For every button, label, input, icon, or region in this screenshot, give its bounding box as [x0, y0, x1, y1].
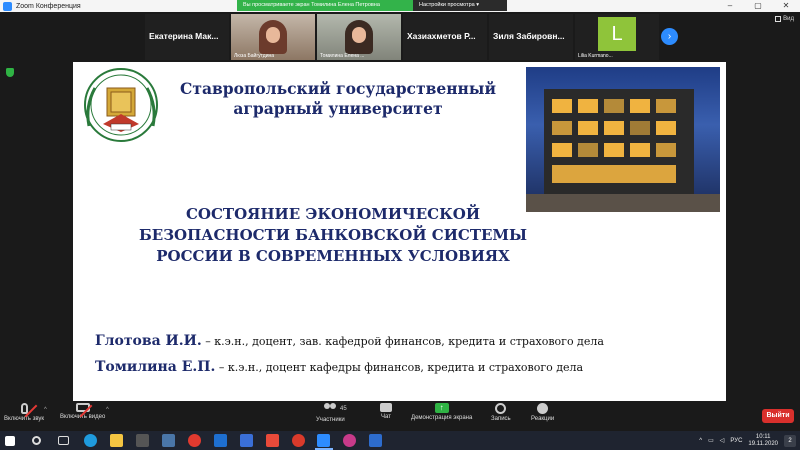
- view-options-menu[interactable]: Настройки просмотра ▾: [413, 0, 507, 11]
- participants-icon: [323, 403, 337, 415]
- language-indicator[interactable]: РУС: [730, 438, 742, 444]
- network-icon[interactable]: ▭: [708, 437, 714, 444]
- author-line: Глотова И.И. – к.э.н., доцент, зав. кафе…: [95, 333, 604, 349]
- record-button[interactable]: Запись: [491, 403, 511, 422]
- participant-thumbnails: Екатерина Мак... Люза Байгутдина Томилин…: [145, 14, 659, 60]
- participant-caption: Томилина Елена ...: [320, 53, 365, 59]
- security-shield-icon[interactable]: [6, 68, 14, 77]
- clock-date: 19.11.2020: [748, 440, 778, 447]
- participants-count: 45: [340, 406, 347, 412]
- app-icon[interactable]: [369, 434, 382, 447]
- next-page-arrow-icon[interactable]: ›: [661, 28, 678, 45]
- chat-label: Чат: [381, 414, 391, 420]
- shared-slide: Ставропольский государственный аграрный …: [73, 62, 726, 401]
- close-button[interactable]: ✕: [772, 0, 800, 12]
- vk-icon[interactable]: [162, 434, 175, 447]
- clock-time: 10:11: [755, 433, 771, 440]
- share-screen-icon: ↑: [434, 403, 449, 413]
- participants-label: Участники: [316, 417, 345, 423]
- app-icon[interactable]: [343, 434, 356, 447]
- viewing-screen-label: Вы просматриваете экран Томилина Елена П…: [237, 0, 413, 11]
- share-screen-label: Демонстрация экрана: [411, 415, 473, 421]
- meeting-controls-bar: Включить звук ^ Включить видео ^ Участни…: [0, 401, 800, 431]
- university-emblem: [84, 68, 158, 142]
- reactions-button[interactable]: Реакции: [531, 403, 554, 422]
- presentation-title: СОСТОЯНИЕ ЭКОНОМИЧЕСКОЙ БЕЗОПАСНОСТИ БАН…: [113, 204, 553, 267]
- participant-name: Зиля Забировн...: [493, 31, 565, 41]
- participant-thumbnail[interactable]: L Lilia Kurmano...: [575, 14, 659, 60]
- author-name: Глотова И.И.: [95, 333, 202, 349]
- windows-taskbar: ^ ▭ ◁ РУС 10:11 19.11.2020 2: [0, 431, 800, 450]
- notifications-icon[interactable]: 2: [784, 434, 796, 447]
- presentation-title-line: РОССИИ В СОВРЕМЕННЫХ УСЛОВИЯХ: [156, 247, 510, 265]
- university-name: Ставропольский государственный аграрный …: [168, 79, 508, 119]
- window-title: Zoom Конференция: [16, 2, 81, 10]
- participant-thumbnail[interactable]: Екатерина Мак...: [145, 14, 229, 60]
- leave-meeting-button[interactable]: Выйти: [762, 409, 794, 423]
- system-tray: ^ ▭ ◁ РУС 10:11 19.11.2020 2: [699, 431, 796, 450]
- author-line: Томилина Е.П. – к.э.н., доцент кафедры ф…: [95, 359, 583, 375]
- maximize-button[interactable]: ▢: [744, 0, 772, 12]
- university-name-line: Ставропольский государственный: [180, 79, 496, 98]
- zoom-app-icon: [3, 1, 12, 11]
- start-video-button[interactable]: Включить видео: [60, 403, 105, 420]
- participant-name: Екатерина Мак...: [149, 31, 219, 41]
- search-icon[interactable]: [32, 436, 41, 445]
- presentation-title-line: СОСТОЯНИЕ ЭКОНОМИЧЕСКОЙ: [185, 205, 480, 223]
- file-explorer-icon[interactable]: [110, 434, 123, 447]
- record-label: Запись: [491, 416, 511, 422]
- opera-icon[interactable]: [292, 434, 305, 447]
- mail-icon[interactable]: [214, 434, 227, 447]
- yandex-browser-icon[interactable]: [188, 434, 201, 447]
- reactions-label: Реакции: [531, 416, 555, 422]
- participant-thumbnail[interactable]: Томилина Елена ...: [317, 14, 401, 60]
- participant-thumbnail[interactable]: Зиля Забировн...: [489, 14, 573, 60]
- screen-share-banner: Вы просматриваете экран Томилина Елена П…: [237, 0, 507, 11]
- task-view-icon[interactable]: [58, 436, 69, 445]
- view-button[interactable]: Вид: [775, 16, 794, 22]
- windows-start-icon[interactable]: [5, 436, 15, 446]
- participant-caption: Люза Байгутдина: [234, 53, 275, 59]
- participant-video: [259, 20, 287, 54]
- edge-icon[interactable]: [84, 434, 97, 447]
- record-icon: [495, 403, 507, 414]
- clock[interactable]: 10:11 19.11.2020: [748, 434, 778, 448]
- university-name-line: аграрный университет: [233, 99, 443, 118]
- yandex-icon[interactable]: [266, 434, 279, 447]
- participant-name: Хазиахметов Р...: [407, 31, 476, 41]
- participant-thumbnail[interactable]: Люза Байгутдина: [231, 14, 315, 60]
- reactions-icon: [537, 403, 549, 414]
- zoom-taskbar-icon[interactable]: [317, 434, 330, 447]
- author-name: Томилина Е.П.: [95, 359, 216, 375]
- unmute-button[interactable]: Включить звук: [4, 403, 44, 422]
- word-icon[interactable]: [240, 434, 253, 447]
- presentation-title-line: БЕЗОПАСНОСТИ БАНКОВСКОЙ СИСТЕМЫ: [138, 226, 528, 244]
- volume-icon[interactable]: ◁: [720, 437, 725, 444]
- author-description: – к.э.н., доцент, зав. кафедрой финансов…: [201, 335, 604, 348]
- participant-caption: Lilia Kurmano...: [578, 53, 613, 59]
- minimize-button[interactable]: –: [716, 0, 744, 12]
- university-building-photo: [526, 67, 720, 212]
- share-screen-button[interactable]: ↑ Демонстрация экрана: [411, 403, 472, 421]
- unmute-label: Включить звук: [4, 416, 45, 422]
- camera-off-icon: [75, 403, 93, 418]
- avatar: L: [598, 17, 636, 51]
- microphone-muted-icon: [20, 403, 37, 418]
- tray-up-icon[interactable]: ^: [699, 438, 702, 444]
- author-description: – к.э.н., доцент кафедры финансов, креди…: [215, 361, 584, 374]
- grid-icon: [775, 16, 782, 22]
- participant-video: [345, 20, 373, 54]
- chat-button[interactable]: Чат: [380, 403, 392, 420]
- audio-options-caret-icon[interactable]: ^: [44, 407, 47, 413]
- video-options-caret-icon[interactable]: ^: [106, 407, 109, 413]
- store-icon[interactable]: [136, 434, 149, 447]
- chat-icon: [380, 403, 392, 412]
- view-button-label: Вид: [783, 16, 794, 22]
- participant-thumbnail[interactable]: Хазиахметов Р...: [403, 14, 487, 60]
